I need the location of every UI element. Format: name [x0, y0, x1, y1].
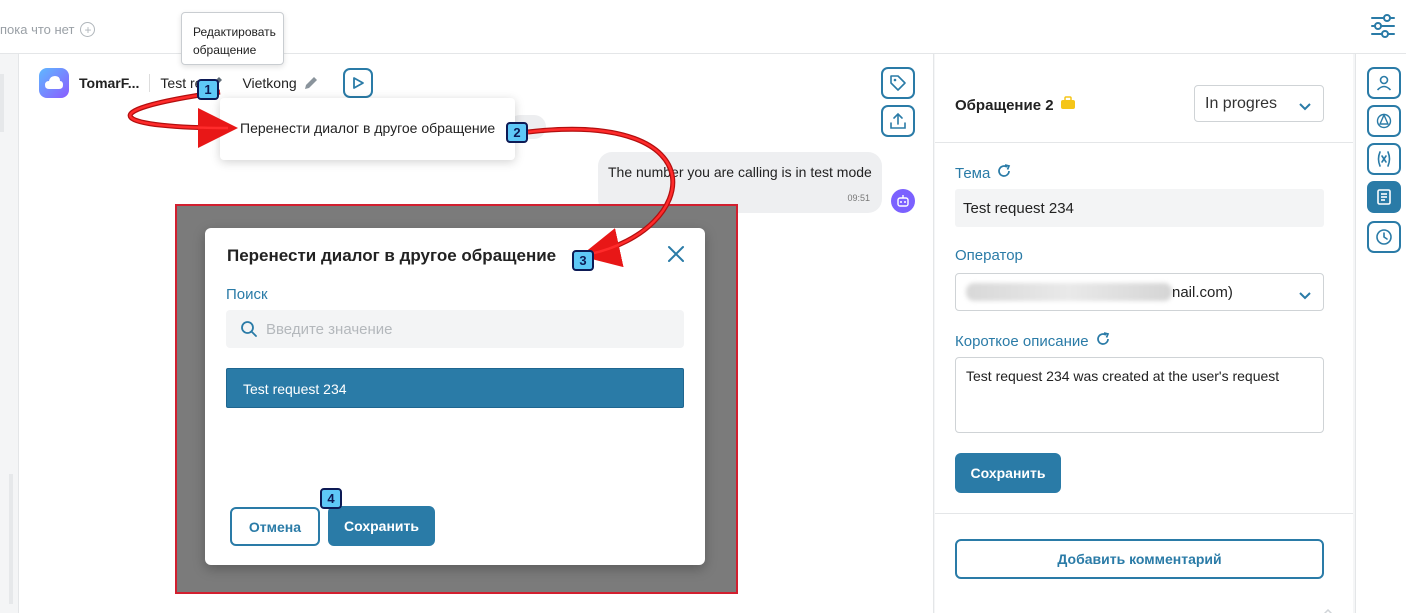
move-dialog-menu-item[interactable]: Перенести диалог в другое обращение	[240, 120, 495, 136]
message-time: 09:51	[847, 193, 870, 203]
operator-value: nail.com)	[1172, 284, 1233, 301]
search-icon	[240, 320, 258, 338]
ticket-title: Обращение 2	[955, 96, 1076, 114]
left-scroll-bar-2[interactable]	[9, 474, 13, 604]
operator-name: Vietkong	[242, 75, 297, 91]
play-icon	[352, 77, 364, 89]
far-right-toolbar	[1355, 54, 1406, 613]
save-ticket-button[interactable]: Сохранить	[955, 453, 1061, 493]
topic-label-text: Тема	[955, 164, 991, 182]
move-dialog-modal: Перенести диалог в другое обращение Поис…	[205, 228, 705, 565]
briefcase-icon	[1060, 96, 1076, 114]
blurred-email	[966, 283, 1172, 301]
message-text: The number you are calling is in test mo…	[608, 164, 872, 180]
modal-save-button[interactable]: Сохранить	[328, 506, 435, 546]
divider	[935, 513, 1353, 514]
app-logo-icon	[39, 68, 69, 98]
chevron-down-icon	[1299, 288, 1311, 300]
short-desc-field[interactable]: Test request 234 was created at the user…	[955, 357, 1324, 433]
search-field	[226, 310, 684, 348]
add-tag-icon[interactable]: +	[80, 22, 96, 37]
edit-operator-pencil-icon[interactable]	[303, 75, 319, 91]
refresh-icon[interactable]	[996, 163, 1012, 183]
play-button[interactable]	[342, 68, 373, 98]
divider	[149, 74, 151, 92]
step-badge-2: 2	[506, 122, 528, 143]
close-icon[interactable]	[667, 245, 685, 263]
chevron-down-icon	[1299, 99, 1311, 111]
search-label: Поиск	[226, 286, 268, 303]
ticket-title-text: Обращение 2	[955, 96, 1054, 114]
short-desc-label: Короткое описание	[955, 331, 1111, 351]
operator-select[interactable]: nail.com)	[955, 273, 1324, 311]
step-badge-3: 3	[572, 250, 594, 271]
status-value: In progres	[1205, 95, 1278, 112]
left-strip	[0, 54, 18, 613]
left-scroll-bar[interactable]	[0, 74, 4, 132]
tag-icon	[890, 75, 906, 91]
tag-button[interactable]	[881, 67, 915, 99]
operator-label: Оператор	[955, 247, 1023, 264]
export-button[interactable]	[881, 105, 915, 137]
topic-label: Тема	[955, 163, 1012, 183]
ticket-header: Обращение 2 In progres	[935, 54, 1353, 143]
topic-field[interactable]: Test request 234	[955, 189, 1324, 227]
notes-button[interactable]	[1367, 181, 1401, 213]
user-button[interactable]	[1367, 67, 1401, 99]
bot-icon	[891, 189, 915, 213]
app-name: TomarF...	[79, 75, 140, 91]
ticket-panel: Обращение 2 In progres Тема Test request…	[935, 54, 1353, 613]
context-menu: Перенести диалог в другое обращение	[220, 98, 515, 160]
tags-empty-text: пока что нет	[0, 22, 75, 37]
openai-button[interactable]	[1367, 105, 1401, 137]
chevron-up-icon[interactable]	[1323, 602, 1333, 613]
step-badge-4: 4	[320, 488, 342, 509]
variable-button[interactable]	[1367, 143, 1401, 175]
status-select[interactable]: In progres	[1194, 85, 1324, 122]
modal-title: Перенести диалог в другое обращение	[227, 246, 557, 265]
edit-request-tooltip: Редактировать обращение	[181, 12, 284, 65]
step-badge-1: 1	[197, 79, 219, 100]
clock-icon	[1376, 229, 1392, 245]
search-input[interactable]	[266, 310, 666, 348]
user-icon	[1376, 75, 1392, 91]
cancel-button[interactable]: Отмена	[230, 507, 320, 546]
upload-icon	[890, 112, 906, 129]
variable-icon	[1377, 151, 1391, 167]
sliders-icon[interactable]	[1369, 12, 1397, 40]
refresh-icon[interactable]	[1095, 331, 1111, 351]
add-comment-button[interactable]: Добавить комментарий	[955, 539, 1324, 579]
tags-empty: пока что нет +	[0, 22, 96, 37]
openai-icon	[1376, 113, 1392, 129]
search-result-item[interactable]: Test request 234	[226, 368, 684, 408]
notes-icon	[1377, 189, 1391, 205]
short-desc-label-text: Короткое описание	[955, 332, 1089, 350]
history-button[interactable]	[1367, 221, 1401, 253]
